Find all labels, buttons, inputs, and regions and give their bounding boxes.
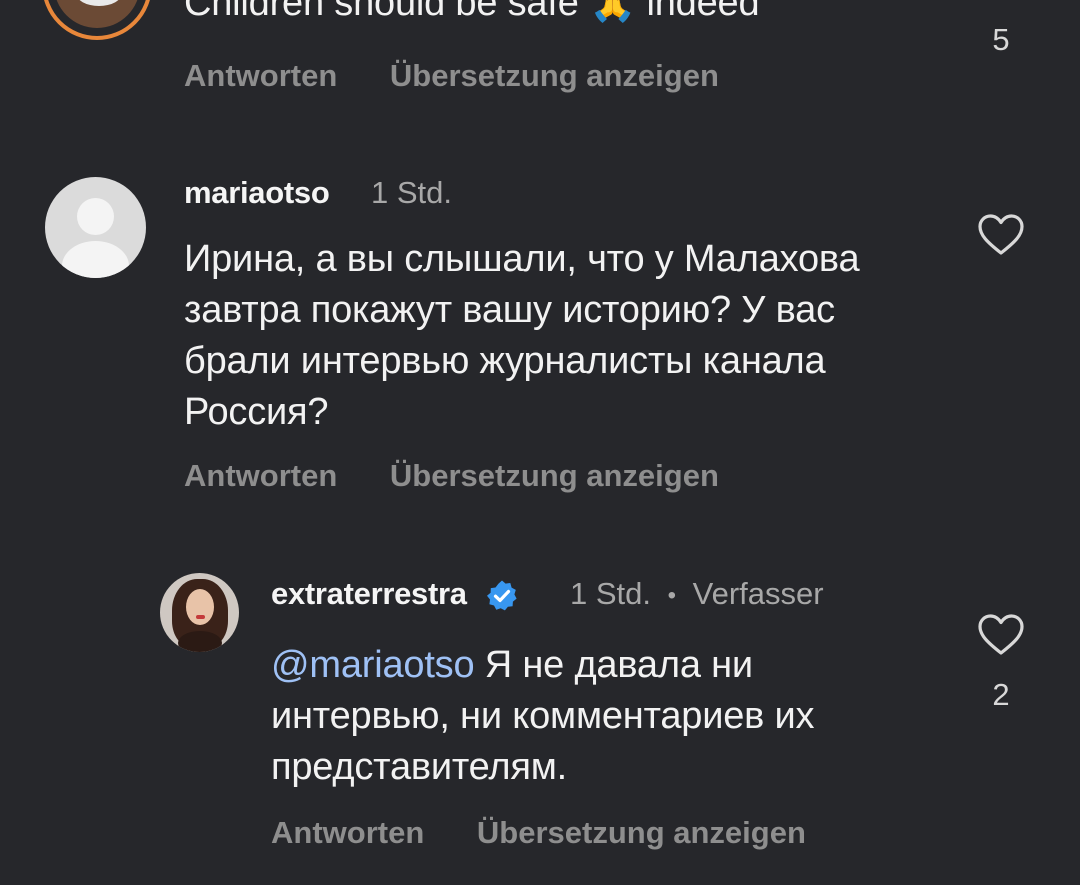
- comments-screen: Children should be safe 🙏 indeed Antwort…: [0, 0, 1080, 885]
- comment-text: Children should be safe 🙏 indeed: [184, 0, 760, 24]
- username-link[interactable]: extraterrestra: [271, 576, 467, 611]
- comment-username: extraterrestra: [271, 576, 519, 613]
- verified-badge-icon: [487, 580, 517, 611]
- like-count: 2: [992, 677, 1010, 712]
- reply-button[interactable]: Antworten: [184, 58, 337, 93]
- avatar[interactable]: [160, 573, 239, 652]
- reply-button[interactable]: Antworten: [184, 458, 337, 493]
- translate-button[interactable]: Übersetzung anzeigen: [390, 458, 719, 493]
- comment-time: 1 Std.: [570, 576, 651, 611]
- comment-actions: Antworten Übersetzung anzeigen: [184, 58, 763, 94]
- default-avatar-icon[interactable]: [45, 177, 146, 278]
- meta-separator: •: [667, 581, 677, 609]
- like-count: 5: [992, 22, 1010, 57]
- heart-outline-icon[interactable]: [977, 613, 1025, 657]
- mention-link[interactable]: @mariaotso: [271, 644, 475, 686]
- avatar[interactable]: [42, 0, 152, 40]
- comment-actions: Antworten Übersetzung anzeigen: [271, 815, 850, 851]
- translate-button[interactable]: Übersetzung anzeigen: [390, 58, 719, 93]
- comment-meta: 1 Std. • Verfasser: [570, 576, 824, 612]
- comment-username[interactable]: mariaotso: [184, 175, 330, 211]
- reply-button[interactable]: Antworten: [271, 815, 424, 850]
- comment-actions: Antworten Übersetzung anzeigen: [184, 458, 763, 494]
- translate-button[interactable]: Übersetzung anzeigen: [477, 815, 806, 850]
- heart-outline-icon[interactable]: [977, 213, 1025, 257]
- comment-text: @mariaotso Я не давала ни интервью, ни к…: [271, 640, 931, 793]
- comment-text: Ирина, а вы слышали, что у Малахова завт…: [184, 238, 860, 433]
- author-badge: Verfasser: [692, 576, 824, 611]
- comment-time: 1 Std.: [371, 175, 452, 210]
